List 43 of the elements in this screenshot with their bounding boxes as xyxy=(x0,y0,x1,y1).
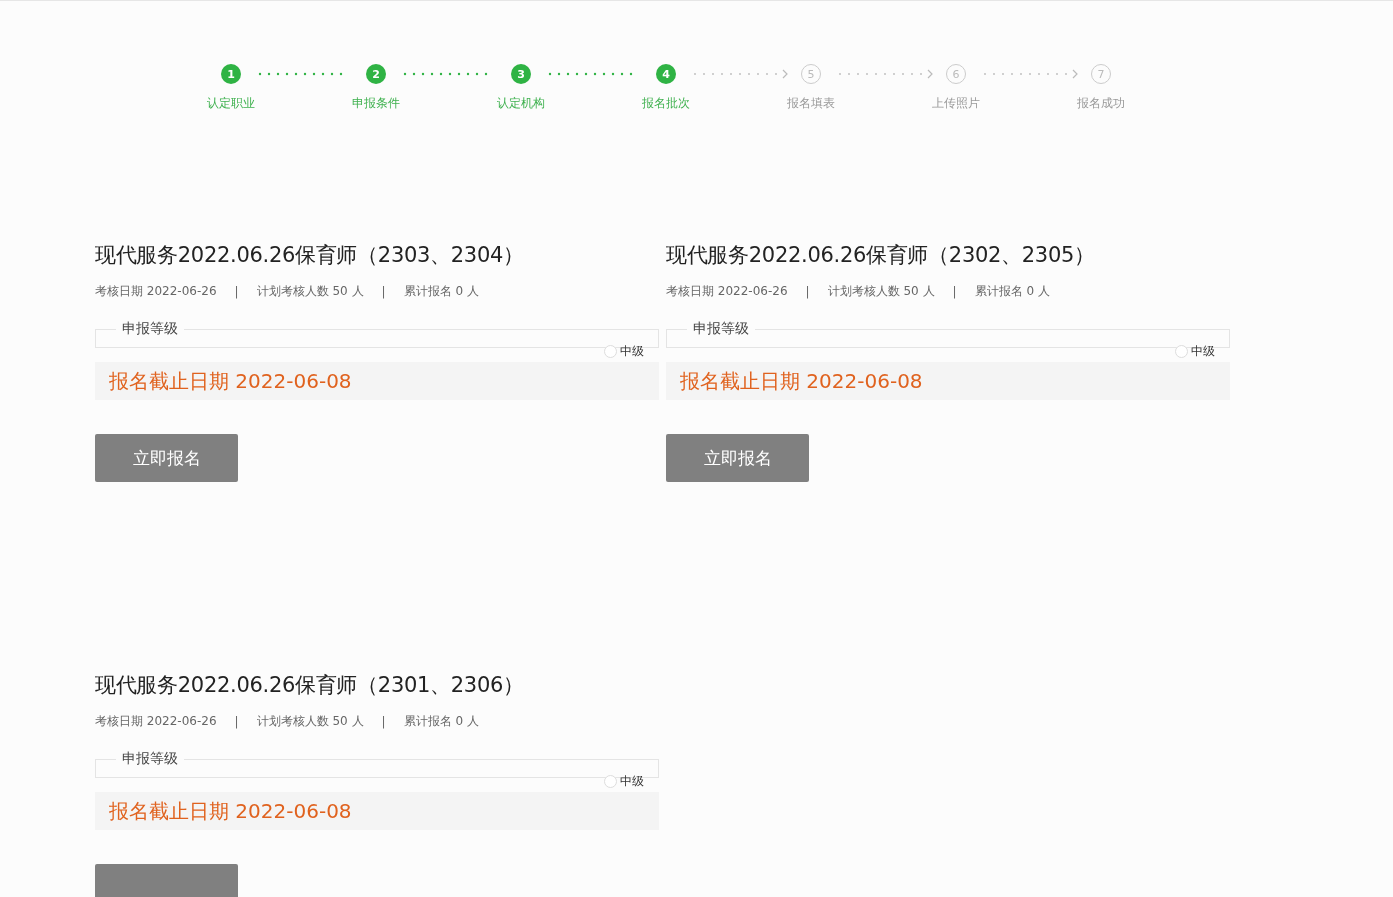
step-label: 报名成功 xyxy=(1077,95,1125,112)
batch-info: 考核日期 2022-06-26 xyxy=(666,283,788,300)
radio-button[interactable] xyxy=(604,775,617,788)
separator: | xyxy=(381,284,386,299)
register-button[interactable]: 立即报名 xyxy=(666,434,809,482)
step-label: 报名填表 xyxy=(787,95,835,112)
batch-info: 考核日期 2022-06-26 xyxy=(95,283,217,300)
step-number: 1 xyxy=(221,64,241,84)
radio-button[interactable] xyxy=(1175,345,1188,358)
step-number: 4 xyxy=(656,64,676,84)
level-option[interactable]: 中级 xyxy=(620,773,644,790)
level-legend: 申报等级 xyxy=(116,320,184,338)
separator: | xyxy=(805,284,810,299)
separator: | xyxy=(234,284,239,299)
radio-button[interactable] xyxy=(604,345,617,358)
batch-title: 现代服务2022.06.26保育师（2303、2304） xyxy=(95,242,525,269)
step-label: 认定机构 xyxy=(497,95,545,112)
batch-info: 考核日期 2022-06-26 xyxy=(95,713,217,730)
step-number: 2 xyxy=(366,64,386,84)
separator: | xyxy=(234,714,239,729)
deadline-text: 报名截止日期 2022-06-08 xyxy=(666,362,1230,400)
deadline-text: 报名截止日期 2022-06-08 xyxy=(95,362,659,400)
batch-info: 累计报名 0 人 xyxy=(974,283,1050,300)
batch-title: 现代服务2022.06.26保育师（2301、2306） xyxy=(95,672,525,699)
step-number: 3 xyxy=(511,64,531,84)
separator: | xyxy=(952,284,957,299)
level-legend: 申报等级 xyxy=(116,750,184,768)
batch-info: 累计报名 0 人 xyxy=(403,283,479,300)
register-button[interactable]: 立即报名 xyxy=(95,434,238,482)
batch-info: 计划考核人数 50 人 xyxy=(256,713,364,730)
step-label: 上传照片 xyxy=(932,95,980,112)
batch-info: 累计报名 0 人 xyxy=(403,713,479,730)
batch-title: 现代服务2022.06.26保育师（2302、2305） xyxy=(666,242,1096,269)
deadline-text: 报名截止日期 2022-06-08 xyxy=(95,792,659,830)
batch-info: 计划考核人数 50 人 xyxy=(256,283,364,300)
batch-info: 计划考核人数 50 人 xyxy=(827,283,935,300)
level-option[interactable]: 中级 xyxy=(620,343,644,360)
step-label: 报名批次 xyxy=(642,95,690,112)
step-label: 认定职业 xyxy=(207,95,255,112)
step-label: 申报条件 xyxy=(352,95,400,112)
level-option[interactable]: 中级 xyxy=(1191,343,1215,360)
level-legend: 申报等级 xyxy=(687,320,755,338)
separator: | xyxy=(381,714,386,729)
